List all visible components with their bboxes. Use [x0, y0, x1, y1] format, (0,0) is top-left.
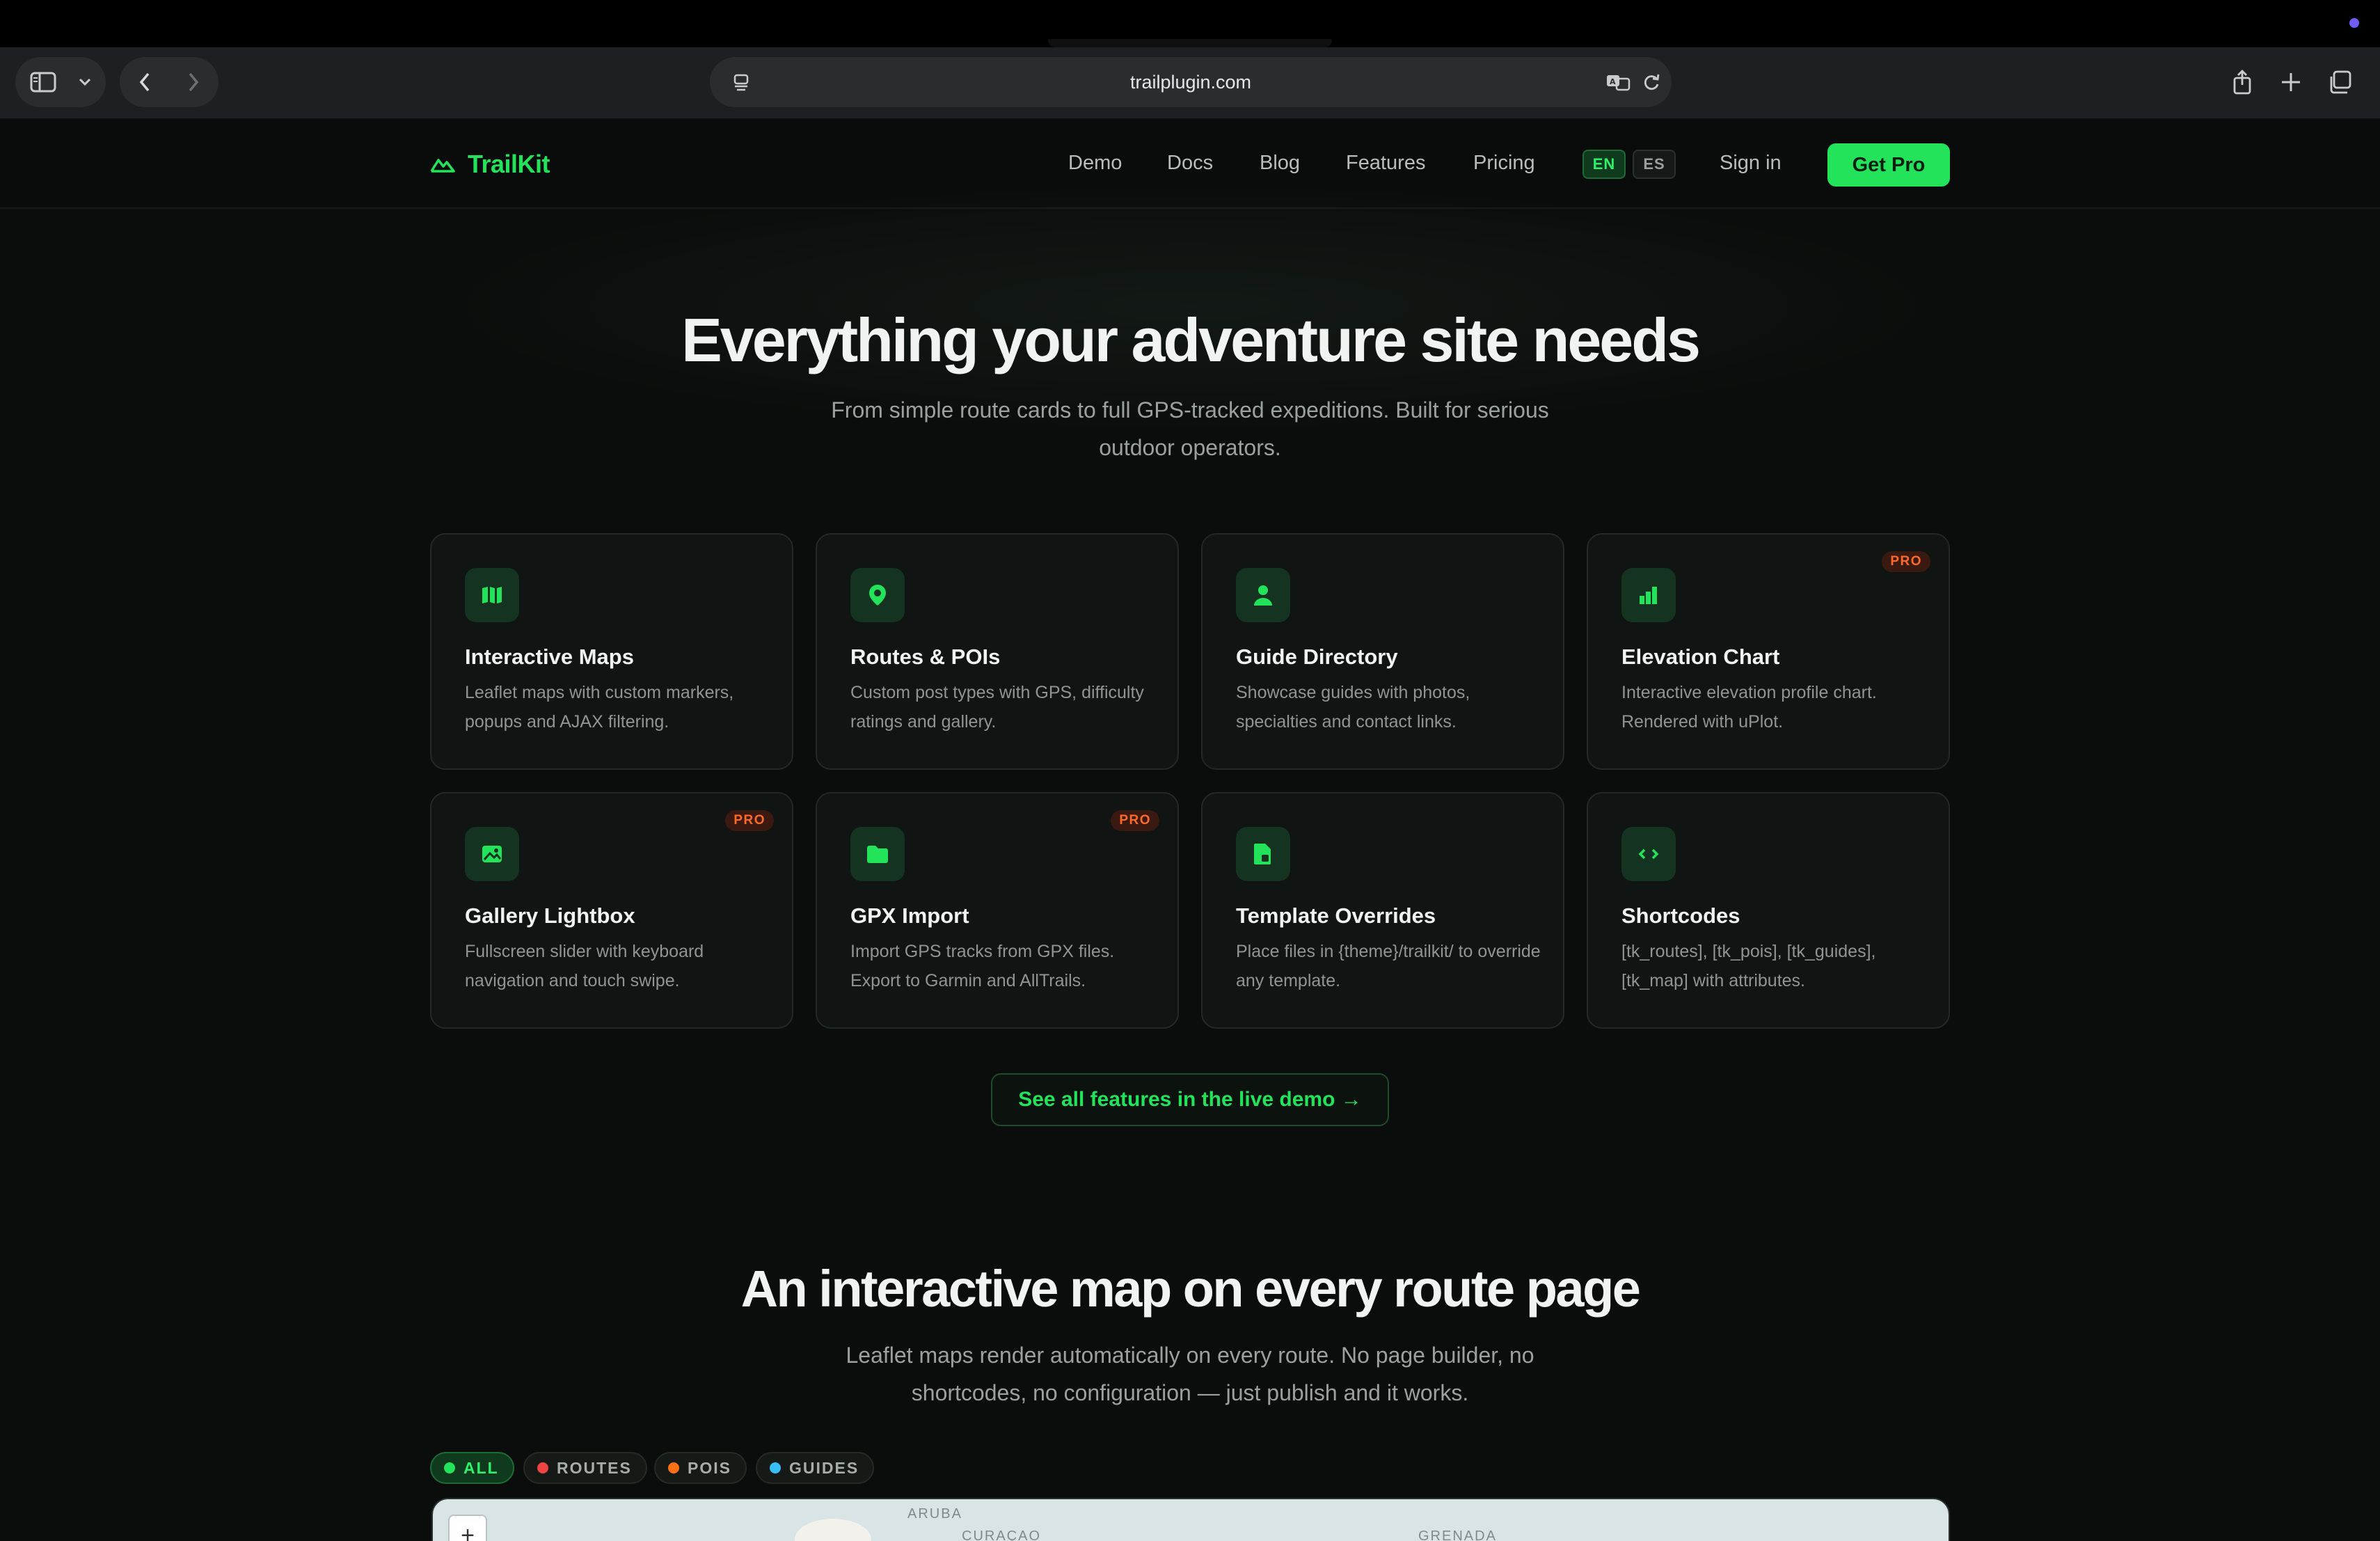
image-icon [465, 827, 519, 881]
browser-toolbar: trailplugin.com A [0, 47, 2380, 120]
feature-card[interactable]: Guide Directory Showcase guides with pho… [1201, 533, 1564, 770]
nav-link-features[interactable]: Features [1346, 152, 1425, 175]
lang-en-button[interactable]: EN [1582, 150, 1626, 179]
filter-dot [444, 1462, 455, 1473]
zoom-in-button[interactable]: + [448, 1515, 487, 1541]
nav-link-pricing[interactable]: Pricing [1473, 152, 1535, 175]
filter-label: GUIDES [789, 1458, 859, 1477]
feature-title: Interactive Maps [465, 645, 634, 669]
filter-chip-all[interactable]: ALL [430, 1452, 514, 1484]
svg-text:A: A [1610, 77, 1616, 86]
filter-chip-pois[interactable]: POIS [654, 1452, 747, 1484]
toolbar-actions [2219, 57, 2363, 107]
pro-badge: PRO [1111, 810, 1159, 831]
url-text[interactable]: trailplugin.com [710, 57, 1672, 107]
hero-title: Everything your adventure site needs [681, 306, 1701, 374]
feature-description: Place files in {theme}/trailkit/ to over… [1236, 942, 1541, 990]
nav-link-demo[interactable]: Demo [1068, 152, 1122, 175]
filter-chip-routes[interactable]: ROUTES [523, 1452, 647, 1484]
pro-badge: PRO [725, 810, 774, 831]
feature-card[interactable]: PRO Gallery Lightbox Fullscreen slider w… [430, 792, 793, 1029]
bar-chart-icon [1621, 568, 1676, 622]
feature-card[interactable]: PRO Elevation Chart Interactive elevatio… [1587, 533, 1950, 770]
address-bar[interactable]: trailplugin.com A [710, 57, 1672, 107]
feature-title: Routes & POIs [850, 645, 1001, 669]
back-icon[interactable] [120, 57, 170, 107]
hero-subtitle: From simple route cards to full GPS-trac… [831, 397, 1549, 460]
feature-title: Guide Directory [1236, 645, 1398, 669]
filter-chip-guides[interactable]: GUIDES [756, 1452, 875, 1484]
person-icon [1236, 568, 1290, 622]
filter-label: POIS [688, 1458, 731, 1477]
lang-es-button[interactable]: ES [1633, 150, 1676, 179]
translate-icon[interactable]: A [1605, 57, 1633, 107]
nav-link-docs[interactable]: Docs [1167, 152, 1213, 175]
sidebar-toggle-group [15, 57, 106, 107]
map-section-subtitle: Leaflet maps render automatically on eve… [846, 1343, 1534, 1405]
feature-title: Template Overrides [1236, 903, 1436, 928]
feature-card[interactable]: PRO GPX Import Import GPS tracks from GP… [816, 792, 1179, 1029]
live-demo-link[interactable]: See all features in the live demo → [991, 1073, 1389, 1126]
share-icon[interactable] [2219, 57, 2266, 107]
reload-icon[interactable] [1640, 57, 1663, 107]
new-tab-icon[interactable] [2266, 57, 2316, 107]
system-menubar [0, 0, 2380, 47]
get-pro-button[interactable]: Get Pro [1827, 143, 1950, 187]
feature-description: Interactive elevation profile chart. Ren… [1621, 683, 1877, 732]
feature-description: Leaflet maps with custom markers, popups… [465, 683, 734, 732]
map-label: GRENADA [1418, 1528, 1497, 1541]
feature-description: Showcase guides with photos, specialties… [1236, 683, 1470, 732]
chevron-down-icon[interactable] [71, 57, 99, 107]
brand-name: TrailKit [468, 150, 550, 178]
mountain-icon [430, 159, 455, 173]
history-nav-group [120, 57, 219, 107]
feature-description: Fullscreen slider with keyboard navigati… [465, 942, 704, 990]
feature-description: Custom post types with GPS, difficulty r… [850, 683, 1144, 732]
feature-title: GPX Import [850, 903, 969, 928]
feature-card[interactable]: Routes & POIs Custom post types with GPS… [816, 533, 1179, 770]
filter-label: ALL [463, 1458, 499, 1477]
filter-dot [770, 1462, 781, 1473]
filter-label: ROUTES [557, 1458, 632, 1477]
feature-card[interactable]: Template Overrides Place files in {theme… [1201, 792, 1564, 1029]
nav-link-blog[interactable]: Blog [1260, 152, 1300, 175]
sidebar-icon[interactable] [15, 57, 71, 107]
feature-title: Gallery Lightbox [465, 903, 635, 928]
folder-icon [850, 827, 905, 881]
feature-description: [tk_routes], [tk_pois], [tk_guides], [tk… [1621, 942, 1876, 990]
sign-in-link[interactable]: Sign in [1720, 152, 1782, 175]
feature-card[interactable]: Shortcodes [tk_routes], [tk_pois], [tk_g… [1587, 792, 1950, 1029]
tab-overview-icon[interactable] [2316, 57, 2363, 107]
feature-title: Elevation Chart [1621, 645, 1780, 669]
filter-dot [537, 1462, 548, 1473]
map-label: ARUBA [907, 1506, 962, 1522]
status-indicator-icon [2349, 18, 2359, 28]
feature-description: Import GPS tracks from GPX files. Export… [850, 942, 1115, 990]
brand-logo[interactable]: TrailKit [430, 145, 550, 184]
camera-notch [1048, 39, 1332, 47]
interactive-map[interactable]: ARUBA CURAÇAO GRENADA + [431, 1498, 1950, 1541]
code-icon [1621, 827, 1676, 881]
map-icon [465, 568, 519, 622]
map-pin-icon [850, 568, 905, 622]
map-island [795, 1519, 871, 1541]
file-icon [1236, 827, 1290, 881]
feature-card[interactable]: Interactive Maps Leaflet maps with custo… [430, 533, 793, 770]
filter-dot [668, 1462, 679, 1473]
forward-icon[interactable] [170, 57, 217, 107]
feature-title: Shortcodes [1621, 903, 1740, 928]
map-section-title: An interactive map on every route page [740, 1260, 1641, 1318]
pro-badge: PRO [1882, 551, 1930, 572]
map-label: CURAÇAO [962, 1528, 1042, 1541]
